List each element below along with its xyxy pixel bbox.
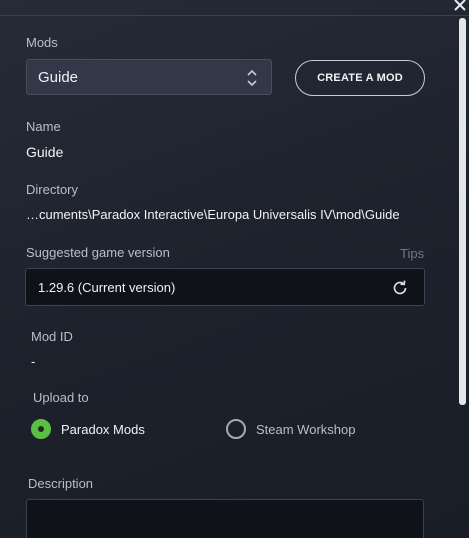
game-version-value: 1.29.6 (Current version) <box>38 280 176 295</box>
radio-paradox-mods[interactable] <box>31 419 51 439</box>
description-textarea[interactable] <box>26 499 424 538</box>
radio-steam-workshop-label[interactable]: Steam Workshop <box>256 422 355 437</box>
close-icon[interactable] <box>452 0 468 13</box>
mods-label: Mods <box>26 35 58 50</box>
scrollbar-thumb[interactable] <box>459 18 466 405</box>
mods-select[interactable]: Guide <box>26 59 272 95</box>
radio-steam-workshop[interactable] <box>226 419 246 439</box>
tips-link[interactable]: Tips <box>400 246 424 261</box>
chevron-up-down-icon <box>245 68 259 88</box>
refresh-icon[interactable] <box>390 278 410 298</box>
directory-label: Directory <box>26 182 79 197</box>
name-label: Name <box>26 119 61 134</box>
mod-id-label: Mod ID <box>31 329 73 344</box>
mods-select-value: Guide <box>38 69 79 86</box>
description-label: Description <box>28 476 94 491</box>
game-version-label: Suggested game version <box>26 245 170 260</box>
mod-tools-panel: Mods Guide CREATE A MOD Name Guide Direc… <box>0 0 469 538</box>
top-divider <box>0 15 469 16</box>
radio-paradox-mods-label[interactable]: Paradox Mods <box>61 422 145 437</box>
game-version-field[interactable]: 1.29.6 (Current version) <box>25 268 425 306</box>
directory-value: …cuments\Paradox Interactive\Europa Univ… <box>26 207 400 222</box>
create-mod-button[interactable]: CREATE A MOD <box>295 60 425 96</box>
mod-id-value: - <box>31 354 36 369</box>
upload-to-label: Upload to <box>33 390 89 405</box>
name-value: Guide <box>26 144 64 160</box>
